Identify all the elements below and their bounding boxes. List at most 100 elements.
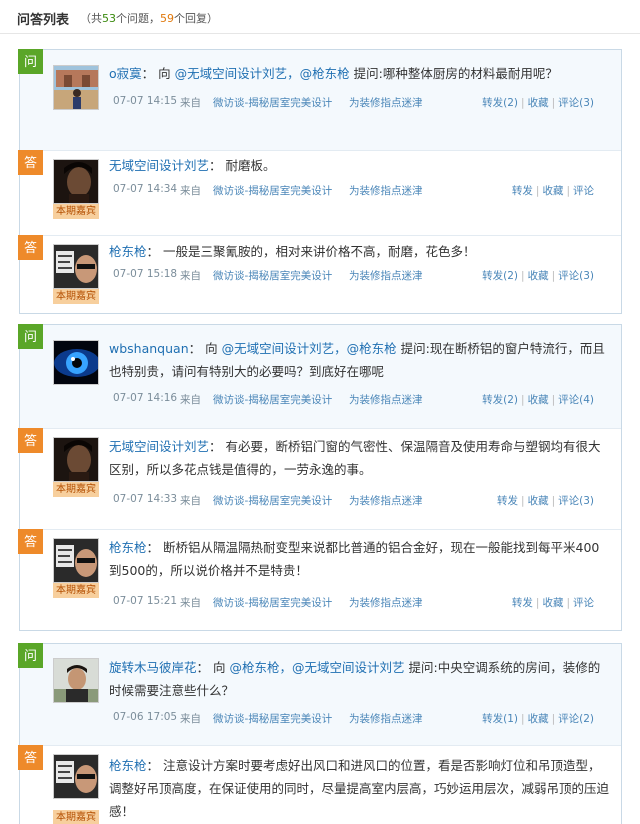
mention-link[interactable]: @无域空间设计刘艺，: [175, 66, 300, 81]
post-author[interactable]: 无域空间设计刘艺: [109, 439, 209, 454]
mention-link[interactable]: @枪东枪: [347, 341, 397, 356]
post-meta: 07-07 14:33 来自 微访谈-揭秘居室完美设计 为装修指点迷津 转发 | 收…: [113, 493, 594, 508]
post-author[interactable]: 枪东枪: [109, 758, 147, 773]
post-author[interactable]: 旋转木马彼岸花: [109, 660, 197, 675]
post-author[interactable]: 无域空间设计刘艺: [109, 158, 209, 173]
question-count: 53: [102, 12, 116, 25]
answer-badge-icon: 答: [18, 745, 43, 770]
post-text: wbshanquan： 向 @无域空间设计刘艺，@枪东枪 提问:现在断桥铝的窗户…: [109, 341, 605, 379]
post-meta: 07-07 14:15 来自 微访谈-揭秘居室完美设计 为装修指点迷津 转发(2…: [113, 95, 594, 110]
svg-text:问: 问: [24, 330, 37, 345]
source-link[interactable]: 为装修指点迷津: [349, 595, 423, 610]
favorite-link[interactable]: 收藏: [528, 495, 549, 507]
guest-tag: 本期嘉宾: [53, 482, 99, 497]
repost-link[interactable]: 转发: [512, 597, 533, 609]
guest-tag: 本期嘉宾: [53, 810, 99, 824]
answer-badge-icon: 答: [18, 428, 43, 453]
repost-link[interactable]: 转发(2): [482, 97, 518, 109]
svg-text:答: 答: [24, 534, 37, 550]
mention-link[interactable]: @无域空间设计刘艺: [292, 660, 405, 675]
question-post: 问 wbshanquan： 向 @无域空间设计刘艺，@枪东枪 提问:现在断桥铝的…: [18, 324, 621, 428]
source-link[interactable]: 微访谈-揭秘居室完美设计: [213, 595, 332, 610]
post-author[interactable]: o寂寞: [109, 66, 142, 81]
avatar[interactable]: [53, 754, 99, 799]
source-link[interactable]: 微访谈-揭秘居室完美设计: [213, 183, 332, 198]
comment-link[interactable]: 评论(3): [558, 270, 594, 282]
answer-badge-icon: 答: [18, 150, 43, 175]
post-text: 旋转木马彼岸花： 向 @枪东枪，@无域空间设计刘艺 提问:中央空调系统的房间，装…: [109, 660, 601, 698]
comment-link[interactable]: 评论(4): [558, 394, 594, 406]
favorite-link[interactable]: 收藏: [542, 185, 563, 197]
post-text: 枪东枪： 断桥铝从隔温隔热耐变型来说都比普通的铝合金好，现在一般能找到每平米40…: [109, 540, 600, 578]
avatar[interactable]: [53, 65, 99, 110]
source-link[interactable]: 微访谈-揭秘居室完美设计: [213, 711, 332, 726]
qa-thread: 问 wbshanquan： 向 @无域空间设计刘艺，@枪东枪 提问:现在断桥铝的…: [18, 324, 622, 631]
guest-tag: 本期嘉宾: [53, 204, 99, 219]
post-text: o寂寞： 向 @无域空间设计刘艺，@枪东枪 提问:哪种整体厨房的材料最耐用呢？: [109, 66, 558, 81]
answer-post: 答 本期嘉宾 无域空间设计刘艺： 有必要，断桥铝门窗的气密性、保温隔音及使用寿命…: [18, 428, 621, 529]
avatar[interactable]: [53, 244, 99, 289]
source-link[interactable]: 为装修指点迷津: [349, 493, 423, 508]
svg-text:问: 问: [24, 649, 37, 664]
answer-badge-icon: 答: [18, 529, 43, 554]
source-link[interactable]: 为装修指点迷津: [349, 711, 423, 726]
guest-tag: 本期嘉宾: [53, 289, 99, 304]
repost-link[interactable]: 转发(2): [482, 270, 518, 282]
post-meta: 07-07 15:18 来自 微访谈-揭秘居室完美设计 为装修指点迷津 转发(2…: [113, 268, 594, 283]
source-link[interactable]: 为装修指点迷津: [349, 392, 423, 407]
source-link[interactable]: 微访谈-揭秘居室完美设计: [213, 493, 332, 508]
avatar[interactable]: [53, 159, 99, 204]
repost-link[interactable]: 转发: [497, 495, 518, 507]
question-badge-icon: 问: [18, 643, 43, 668]
comment-link[interactable]: 评论(3): [558, 97, 594, 109]
avatar[interactable]: [53, 437, 99, 482]
avatar[interactable]: [53, 340, 99, 385]
source-link[interactable]: 微访谈-揭秘居室完美设计: [213, 268, 332, 283]
mention-link[interactable]: @枪东枪，: [230, 660, 293, 675]
favorite-link[interactable]: 收藏: [528, 713, 549, 725]
guest-tag: 本期嘉宾: [53, 583, 99, 598]
qa-list-title: 问答列表: [17, 13, 70, 28]
qa-list-header: 问答列表 （共53个问题，59个回复）: [0, 0, 640, 34]
answer-post: 答 本期嘉宾 枪东枪： 断桥铝从隔温隔热耐变型来说都比普通的铝合金好，现在一般能…: [18, 529, 621, 630]
comment-link[interactable]: 评论(2): [558, 713, 594, 725]
post-author[interactable]: wbshanquan: [109, 341, 189, 356]
source-link[interactable]: 微访谈-揭秘居室完美设计: [213, 392, 332, 407]
source-link[interactable]: 为装修指点迷津: [349, 95, 423, 110]
post-time: 07-07 15:21: [113, 595, 178, 607]
answer-badge-icon: 答: [18, 235, 43, 260]
post-text: 无域空间设计刘艺： 耐磨板。: [109, 158, 276, 173]
post-text: 无域空间设计刘艺： 有必要，断桥铝门窗的气密性、保温隔音及使用寿命与塑钢均有很大…: [109, 439, 601, 477]
qa-thread: 问 o寂寞： 向 @无域空间设计刘艺，@枪东枪 提问:哪种整体厨房的材料最耐用呢…: [18, 49, 622, 314]
favorite-link[interactable]: 收藏: [542, 597, 563, 609]
repost-link[interactable]: 转发: [512, 185, 533, 197]
qa-thread: 问 旋转木马彼岸花： 向 @枪东枪，@无域空间设计刘艺 提问:中央空调系统的房间…: [18, 643, 622, 824]
favorite-link[interactable]: 收藏: [528, 97, 549, 109]
favorite-link[interactable]: 收藏: [528, 270, 549, 282]
post-author[interactable]: 枪东枪: [109, 540, 147, 555]
reply-count: 59: [160, 12, 174, 25]
question-post: 问 旋转木马彼岸花： 向 @枪东枪，@无域空间设计刘艺 提问:中央空调系统的房间…: [18, 643, 621, 745]
post-author[interactable]: 枪东枪: [109, 244, 147, 259]
question-badge-icon: 问: [18, 49, 43, 74]
mention-link[interactable]: @无域空间设计刘艺，: [222, 341, 347, 356]
comment-link[interactable]: 评论: [573, 185, 594, 197]
avatar[interactable]: [53, 658, 99, 703]
answer-post: 答 本期嘉宾 枪东枪： 一般是三聚氰胺的，相对来讲价格不高，耐磨，花色多！ 07…: [18, 235, 621, 313]
repost-link[interactable]: 转发(1): [482, 713, 518, 725]
svg-text:问: 问: [24, 55, 37, 70]
mention-link[interactable]: @枪东枪: [300, 66, 350, 81]
source-link[interactable]: 为装修指点迷津: [349, 268, 423, 283]
source-link[interactable]: 为装修指点迷津: [349, 183, 423, 198]
comment-link[interactable]: 评论(3): [558, 495, 594, 507]
comment-link[interactable]: 评论: [573, 597, 594, 609]
question-post: 问 o寂寞： 向 @无域空间设计刘艺，@枪东枪 提问:哪种整体厨房的材料最耐用呢…: [18, 49, 621, 150]
source-link[interactable]: 微访谈-揭秘居室完美设计: [213, 95, 332, 110]
post-text: 枪东枪： 注意设计方案时要考虑好出风口和进风口的位置，看是否影响灯位和吊顶造型，…: [109, 758, 610, 819]
post-time: 07-07 14:34: [113, 183, 178, 195]
avatar[interactable]: [53, 538, 99, 583]
post-meta: 07-07 15:21 来自 微访谈-揭秘居室完美设计 为装修指点迷津 转发 | 收…: [113, 595, 594, 610]
favorite-link[interactable]: 收藏: [528, 394, 549, 406]
svg-text:答: 答: [24, 240, 37, 256]
repost-link[interactable]: 转发(2): [482, 394, 518, 406]
